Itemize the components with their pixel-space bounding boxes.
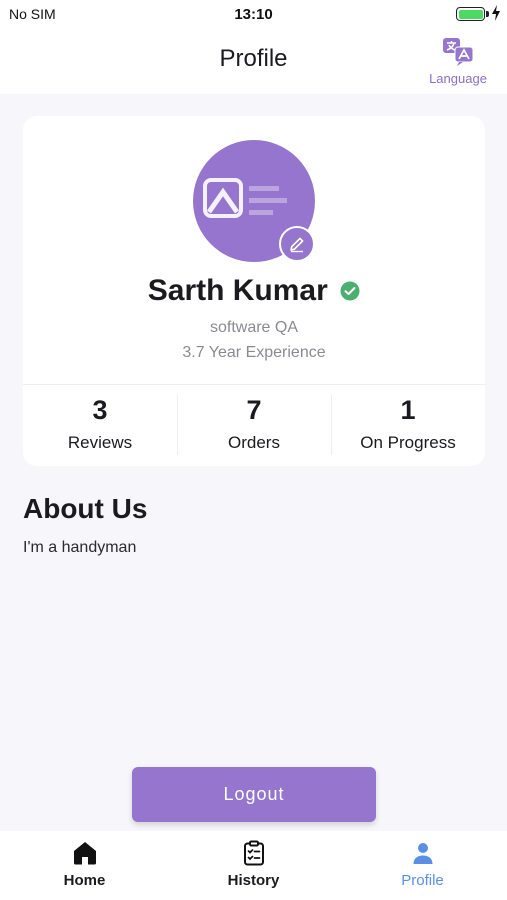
battery-cap	[486, 11, 489, 17]
status-time: 13:10	[234, 6, 273, 23]
stat-label: Reviews	[67, 433, 133, 452]
stat-value: 3	[92, 395, 108, 425]
app-header: Profile Language	[0, 28, 507, 94]
nav-label: Profile	[401, 872, 444, 889]
check-circle-icon	[340, 281, 360, 301]
logout-button[interactable]: Logout	[132, 767, 376, 822]
nav-label: History	[227, 872, 280, 889]
nav-label: Home	[63, 872, 106, 889]
stat-reviews[interactable]: 3 Reviews	[23, 385, 177, 466]
person-icon	[413, 843, 432, 864]
user-experience: 3.7 Year Experience	[182, 344, 326, 361]
home-icon	[73, 842, 96, 865]
nav-home[interactable]: Home	[0, 831, 169, 900]
status-bar: No SIM 13:10	[0, 0, 507, 28]
stat-value: 7	[246, 395, 262, 425]
stat-value: 1	[400, 395, 416, 425]
language-label: Language	[429, 71, 487, 86]
user-name: Sarth Kumar	[147, 274, 328, 307]
about-text: I'm a handyman	[23, 539, 137, 556]
pencil-icon	[290, 237, 304, 253]
nav-history[interactable]: History	[169, 831, 338, 900]
stats-row: 3 Reviews 7 Orders 1 On Progress	[23, 385, 485, 466]
bottom-nav: Home History Profile	[0, 831, 507, 900]
edit-avatar-button[interactable]	[279, 226, 315, 262]
battery-level	[458, 9, 483, 19]
translate-icon	[443, 38, 474, 66]
charging-bolt-icon	[492, 5, 500, 21]
stat-label: On Progress	[360, 433, 456, 452]
language-button[interactable]: Language	[425, 34, 491, 90]
stat-on-progress[interactable]: 1 On Progress	[331, 385, 485, 466]
user-role: software QA	[209, 319, 299, 336]
profile-card: Sarth Kumar software QA 3.7 Year Experie…	[23, 116, 485, 466]
nav-profile[interactable]: Profile	[338, 831, 507, 900]
clipboard-icon	[243, 840, 264, 866]
name-row: Sarth Kumar	[23, 274, 485, 308]
stat-label: Orders	[228, 433, 280, 452]
battery-icon	[456, 7, 485, 21]
stat-orders[interactable]: 7 Orders	[177, 385, 331, 466]
about-title: About Us	[23, 493, 148, 524]
